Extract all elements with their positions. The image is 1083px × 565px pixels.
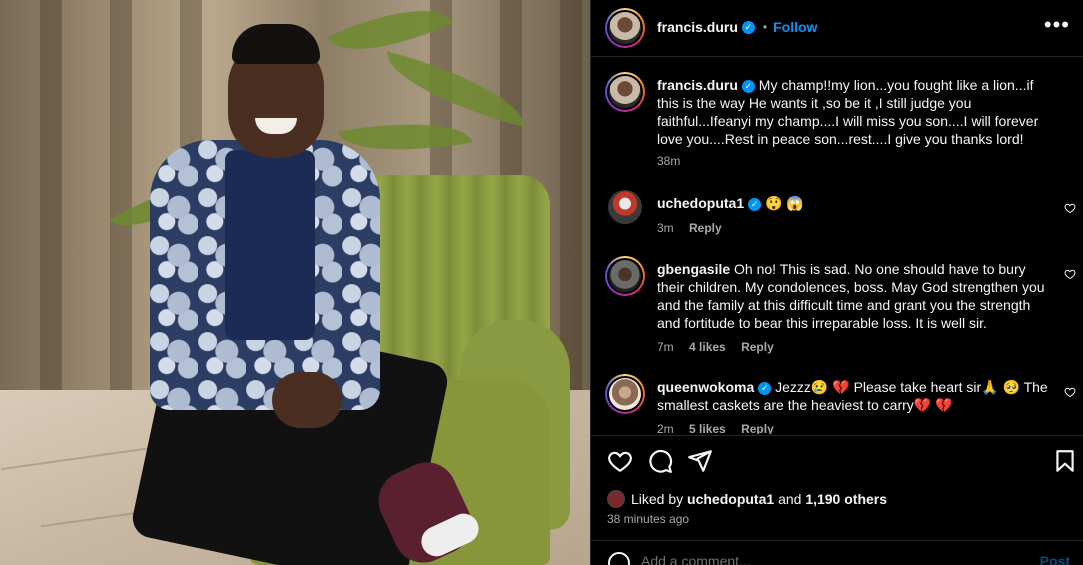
author-avatar[interactable] bbox=[605, 8, 645, 48]
person-shirt bbox=[225, 150, 315, 340]
comment-username[interactable]: uchedoputa1 bbox=[657, 195, 744, 211]
liker-username[interactable]: uchedoputa1 bbox=[687, 491, 774, 507]
comment-avatar[interactable] bbox=[605, 256, 645, 296]
bookmark-icon[interactable] bbox=[1052, 448, 1078, 474]
verified-badge-icon: ✓ bbox=[748, 197, 762, 211]
author-info: francis.duru ✓ • Follow bbox=[657, 19, 817, 35]
heart-icon[interactable] bbox=[1064, 202, 1076, 214]
comment-time[interactable]: 2m bbox=[657, 422, 674, 434]
liker-avatar[interactable] bbox=[607, 490, 625, 508]
comment-text: 😲 😱 bbox=[765, 195, 804, 211]
reply-button[interactable]: Reply bbox=[689, 221, 722, 235]
person-hair bbox=[232, 24, 320, 64]
likes-and: and bbox=[778, 491, 802, 507]
reply-button[interactable]: Reply bbox=[741, 422, 774, 434]
comments-list[interactable]: francis.duru ✓ My champ!!my lion...you fo… bbox=[591, 58, 1083, 434]
comment-username[interactable]: gbengasile bbox=[657, 261, 730, 277]
separator-dot: • bbox=[762, 20, 768, 34]
caption-avatar[interactable] bbox=[605, 72, 645, 112]
likes-others[interactable]: 1,190 others bbox=[805, 491, 887, 507]
verified-badge-icon: ✓ bbox=[741, 20, 755, 34]
comment-meta: 2m 5 likes Reply bbox=[657, 422, 786, 434]
comment-meta: 7m 4 likes Reply bbox=[657, 340, 786, 354]
caption-time[interactable]: 38m bbox=[657, 154, 680, 168]
comment-avatar[interactable] bbox=[608, 190, 642, 224]
follow-button[interactable]: Follow bbox=[773, 19, 817, 35]
heart-icon[interactable] bbox=[1064, 268, 1076, 280]
curtain bbox=[40, 0, 62, 420]
post-comment-button[interactable]: Post bbox=[1040, 553, 1070, 565]
comment-meta: 3m Reply bbox=[657, 221, 734, 235]
comment-likes[interactable]: 5 likes bbox=[689, 422, 726, 434]
comment-likes[interactable]: 4 likes bbox=[689, 340, 726, 354]
heart-icon[interactable] bbox=[607, 448, 633, 474]
comment-text-block: gbengasile Oh no! This is sad. No one sh… bbox=[657, 260, 1055, 332]
comment-time[interactable]: 3m bbox=[657, 221, 674, 235]
comment-time[interactable]: 7m bbox=[657, 340, 674, 354]
author-username[interactable]: francis.duru bbox=[657, 19, 738, 35]
share-icon[interactable] bbox=[687, 448, 713, 474]
add-comment-bar: Add a comment... Post bbox=[591, 540, 1083, 565]
post-timestamp[interactable]: 38 minutes ago bbox=[607, 512, 689, 526]
post-details-panel: francis.duru ✓ • Follow ••• francis.duru… bbox=[590, 0, 1083, 565]
comment-text-block: uchedoputa1 ✓ 😲 😱 bbox=[657, 194, 1055, 212]
caption-text-block: francis.duru ✓ My champ!!my lion...you fo… bbox=[657, 76, 1055, 148]
comment-avatar[interactable] bbox=[605, 374, 645, 414]
post-actions bbox=[591, 435, 1083, 487]
heart-icon[interactable] bbox=[1064, 386, 1076, 398]
person-hand bbox=[272, 372, 342, 428]
likes-prefix: Liked by bbox=[631, 491, 684, 507]
emoji-icon[interactable] bbox=[607, 551, 631, 565]
comment-text-block: queenwokoma ✓ Jezzz😢 💔 Please take heart … bbox=[657, 378, 1055, 414]
comment-icon[interactable] bbox=[647, 448, 673, 474]
caption-username[interactable]: francis.duru bbox=[657, 77, 738, 93]
verified-badge-icon: ✓ bbox=[758, 381, 772, 395]
reply-button[interactable]: Reply bbox=[741, 340, 774, 354]
comment-username[interactable]: queenwokoma bbox=[657, 379, 754, 395]
verified-badge-icon: ✓ bbox=[741, 79, 755, 93]
more-options-icon[interactable]: ••• bbox=[1044, 14, 1070, 36]
post-photo[interactable] bbox=[0, 0, 590, 565]
likes-summary: Liked by uchedoputa1 and 1,190 others bbox=[607, 490, 887, 508]
add-comment-input[interactable]: Add a comment... bbox=[641, 553, 751, 565]
post-header: francis.duru ✓ • Follow ••• bbox=[591, 0, 1083, 57]
caption-meta: 38m bbox=[657, 154, 692, 168]
